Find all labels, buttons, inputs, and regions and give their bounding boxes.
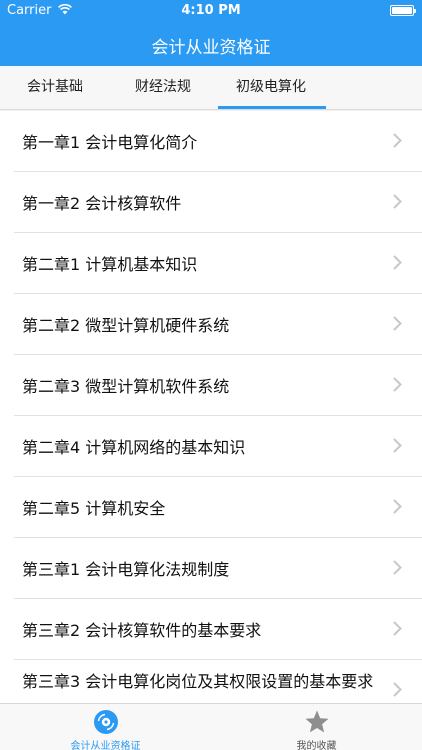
bottom-tab-bar: 会计从业资格证 我的收藏 <box>0 703 422 750</box>
active-tab-indicator <box>218 106 326 109</box>
tab-finance-regulations[interactable]: 财经法规 <box>108 66 218 110</box>
list-item-label: 第一章1 会计电算化简介 <box>22 133 198 152</box>
list-item-label: 第二章5 计算机安全 <box>22 499 166 518</box>
tab-accounting-basics[interactable]: 会计基础 <box>0 66 110 110</box>
list-item-label: 第三章2 会计核算软件的基本要求 <box>22 621 262 640</box>
list-item[interactable]: 第一章2 会计核算软件 <box>0 172 422 233</box>
chevron-right-icon <box>393 133 402 148</box>
chevron-right-icon <box>393 682 402 697</box>
disc-icon <box>94 710 118 734</box>
clock: 4:10 PM <box>181 3 241 18</box>
list-item-label: 第三章3 会计电算化岗位及其权限设置的基本要求 <box>22 672 374 691</box>
chevron-right-icon <box>393 621 402 636</box>
list-item[interactable]: 第三章3 会计电算化岗位及其权限设置的基本要求 <box>0 660 422 703</box>
nav-header: Carrier 4:10 PM 会计从业资格证 <box>0 0 422 66</box>
chevron-right-icon <box>393 438 402 453</box>
list-item-label: 第二章4 计算机网络的基本知识 <box>22 438 246 457</box>
chevron-right-icon <box>393 194 402 209</box>
tabbar-label: 我的收藏 <box>296 741 337 750</box>
list-item[interactable]: 第一章1 会计电算化简介 <box>0 111 422 172</box>
tab-computerized-accounting[interactable]: 初级电算化 <box>216 66 326 110</box>
page-title: 会计从业资格证 <box>151 38 271 58</box>
tabbar-label: 会计从业资格证 <box>70 741 141 750</box>
list-item[interactable]: 第二章5 计算机安全 <box>0 477 422 538</box>
list-item[interactable]: 第二章1 计算机基本知识 <box>0 233 422 294</box>
chevron-right-icon <box>393 255 402 270</box>
list-item-label: 第一章2 会计核算软件 <box>22 194 182 213</box>
status-bar: Carrier 4:10 PM <box>0 0 422 22</box>
tabbar-item-favorites[interactable]: 我的收藏 <box>211 704 422 750</box>
chevron-right-icon <box>393 499 402 514</box>
list-item[interactable]: 第二章2 微型计算机硬件系统 <box>0 294 422 355</box>
battery-icon <box>390 5 416 16</box>
chevron-right-icon <box>393 560 402 575</box>
star-icon <box>305 710 329 733</box>
list-item-label: 第二章1 计算机基本知识 <box>22 255 198 274</box>
list-item-label: 第三章1 会计电算化法规制度 <box>22 560 230 579</box>
chapter-list[interactable]: 第一章1 会计电算化简介 第一章2 会计核算软件 第二章1 计算机基本知识 第二… <box>0 111 422 703</box>
category-tabs: 会计基础 财经法规 初级电算化 <box>0 66 422 110</box>
tabbar-item-certificate[interactable]: 会计从业资格证 <box>0 704 211 750</box>
chevron-right-icon <box>393 377 402 392</box>
list-item[interactable]: 第三章2 会计核算软件的基本要求 <box>0 599 422 660</box>
list-item[interactable]: 第三章1 会计电算化法规制度 <box>0 538 422 599</box>
list-item[interactable]: 第二章4 计算机网络的基本知识 <box>0 416 422 477</box>
chevron-right-icon <box>393 316 402 331</box>
list-item-label: 第二章3 微型计算机软件系统 <box>22 377 230 396</box>
list-item[interactable]: 第二章3 微型计算机软件系统 <box>0 355 422 416</box>
list-item-label: 第二章2 微型计算机硬件系统 <box>22 316 230 335</box>
